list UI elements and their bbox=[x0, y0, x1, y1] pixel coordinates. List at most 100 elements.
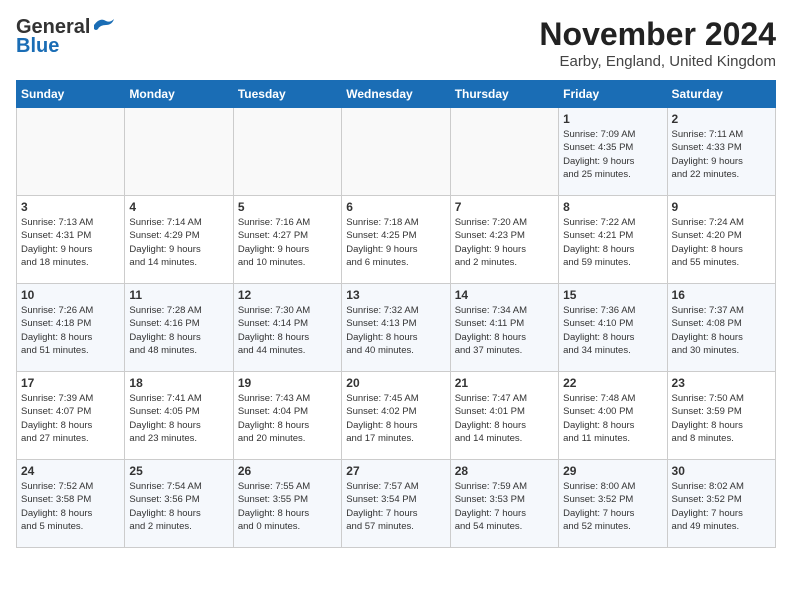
day-number: 12 bbox=[238, 288, 337, 302]
calendar-cell: 14 Sunrise: 7:34 AM Sunset: 4:11 PM Dayli… bbox=[450, 284, 558, 372]
location-text: Earby, England, United Kingdom bbox=[539, 53, 776, 70]
day-info: Sunrise: 7:54 AM Sunset: 3:56 PM Dayligh… bbox=[129, 480, 228, 533]
day-number: 6 bbox=[346, 200, 445, 214]
calendar-cell: 3 Sunrise: 7:13 AM Sunset: 4:31 PM Daylig… bbox=[17, 196, 125, 284]
day-number: 5 bbox=[238, 200, 337, 214]
calendar-cell: 24 Sunrise: 7:52 AM Sunset: 3:58 PM Dayli… bbox=[17, 460, 125, 548]
day-number: 3 bbox=[21, 200, 120, 214]
calendar-cell: 7Sunrise: 7:20 AM Sunset: 4:23 PM Daylig… bbox=[450, 196, 558, 284]
day-number: 11 bbox=[129, 288, 228, 302]
calendar-cell: 11Sunrise: 7:28 AM Sunset: 4:16 PM Dayli… bbox=[125, 284, 233, 372]
day-number: 14 bbox=[455, 288, 554, 302]
day-number: 21 bbox=[455, 376, 554, 390]
calendar-cell bbox=[233, 108, 341, 196]
day-number: 24 bbox=[21, 464, 120, 478]
calendar-cell bbox=[125, 108, 233, 196]
day-number: 23 bbox=[672, 376, 771, 390]
day-number: 18 bbox=[129, 376, 228, 390]
calendar-cell: 27Sunrise: 7:57 AM Sunset: 3:54 PM Dayli… bbox=[342, 460, 450, 548]
calendar-cell: 8 Sunrise: 7:22 AM Sunset: 4:21 PM Daylig… bbox=[559, 196, 667, 284]
day-info: Sunrise: 8:00 AM Sunset: 3:52 PM Dayligh… bbox=[563, 480, 662, 533]
calendar-cell: 12 Sunrise: 7:30 AM Sunset: 4:14 PM Dayli… bbox=[233, 284, 341, 372]
calendar-week-row: 3 Sunrise: 7:13 AM Sunset: 4:31 PM Daylig… bbox=[17, 196, 776, 284]
day-number: 25 bbox=[129, 464, 228, 478]
day-info: Sunrise: 7:26 AM Sunset: 4:18 PM Dayligh… bbox=[21, 304, 120, 357]
day-number: 26 bbox=[238, 464, 337, 478]
calendar-week-row: 17Sunrise: 7:39 AM Sunset: 4:07 PM Dayli… bbox=[17, 372, 776, 460]
day-info: Sunrise: 7:13 AM Sunset: 4:31 PM Dayligh… bbox=[21, 216, 120, 269]
day-number: 8 bbox=[563, 200, 662, 214]
day-info: Sunrise: 7:34 AM Sunset: 4:11 PM Dayligh… bbox=[455, 304, 554, 357]
day-number: 15 bbox=[563, 288, 662, 302]
calendar-week-row: 10Sunrise: 7:26 AM Sunset: 4:18 PM Dayli… bbox=[17, 284, 776, 372]
calendar-cell: 21 Sunrise: 7:47 AM Sunset: 4:01 PM Dayli… bbox=[450, 372, 558, 460]
calendar-cell: 17Sunrise: 7:39 AM Sunset: 4:07 PM Dayli… bbox=[17, 372, 125, 460]
calendar-cell: 16 Sunrise: 7:37 AM Sunset: 4:08 PM Dayli… bbox=[667, 284, 775, 372]
day-info: Sunrise: 7:36 AM Sunset: 4:10 PM Dayligh… bbox=[563, 304, 662, 357]
day-number: 29 bbox=[563, 464, 662, 478]
weekday-header-tuesday: Tuesday bbox=[233, 81, 341, 108]
logo-blue-text: Blue bbox=[16, 35, 59, 58]
day-number: 17 bbox=[21, 376, 120, 390]
day-info: Sunrise: 7:11 AM Sunset: 4:33 PM Dayligh… bbox=[672, 128, 771, 181]
calendar-header: SundayMondayTuesdayWednesdayThursdayFrid… bbox=[17, 81, 776, 108]
calendar-cell: 4 Sunrise: 7:14 AM Sunset: 4:29 PM Daylig… bbox=[125, 196, 233, 284]
calendar-cell: 23Sunrise: 7:50 AM Sunset: 3:59 PM Dayli… bbox=[667, 372, 775, 460]
day-info: Sunrise: 7:16 AM Sunset: 4:27 PM Dayligh… bbox=[238, 216, 337, 269]
calendar-title-area: November 2024 Earby, England, United Kin… bbox=[539, 16, 776, 70]
day-number: 4 bbox=[129, 200, 228, 214]
calendar-cell: 5 Sunrise: 7:16 AM Sunset: 4:27 PM Daylig… bbox=[233, 196, 341, 284]
day-info: Sunrise: 7:45 AM Sunset: 4:02 PM Dayligh… bbox=[346, 392, 445, 445]
calendar-cell: 25 Sunrise: 7:54 AM Sunset: 3:56 PM Dayli… bbox=[125, 460, 233, 548]
day-info: Sunrise: 7:57 AM Sunset: 3:54 PM Dayligh… bbox=[346, 480, 445, 533]
day-info: Sunrise: 7:22 AM Sunset: 4:21 PM Dayligh… bbox=[563, 216, 662, 269]
calendar-week-row: 24 Sunrise: 7:52 AM Sunset: 3:58 PM Dayli… bbox=[17, 460, 776, 548]
calendar-cell: 13Sunrise: 7:32 AM Sunset: 4:13 PM Dayli… bbox=[342, 284, 450, 372]
calendar-cell: 2 Sunrise: 7:11 AM Sunset: 4:33 PM Daylig… bbox=[667, 108, 775, 196]
day-number: 28 bbox=[455, 464, 554, 478]
calendar-cell: 28 Sunrise: 7:59 AM Sunset: 3:53 PM Dayli… bbox=[450, 460, 558, 548]
calendar-week-row: 1 Sunrise: 7:09 AM Sunset: 4:35 PM Daylig… bbox=[17, 108, 776, 196]
calendar-cell: 22 Sunrise: 7:48 AM Sunset: 4:00 PM Dayli… bbox=[559, 372, 667, 460]
day-info: Sunrise: 7:30 AM Sunset: 4:14 PM Dayligh… bbox=[238, 304, 337, 357]
day-info: Sunrise: 7:37 AM Sunset: 4:08 PM Dayligh… bbox=[672, 304, 771, 357]
day-info: Sunrise: 7:41 AM Sunset: 4:05 PM Dayligh… bbox=[129, 392, 228, 445]
day-info: Sunrise: 7:24 AM Sunset: 4:20 PM Dayligh… bbox=[672, 216, 771, 269]
weekday-header-friday: Friday bbox=[559, 81, 667, 108]
day-info: Sunrise: 7:59 AM Sunset: 3:53 PM Dayligh… bbox=[455, 480, 554, 533]
calendar-cell: 19Sunrise: 7:43 AM Sunset: 4:04 PM Dayli… bbox=[233, 372, 341, 460]
day-info: Sunrise: 7:48 AM Sunset: 4:00 PM Dayligh… bbox=[563, 392, 662, 445]
day-number: 30 bbox=[672, 464, 771, 478]
calendar-cell bbox=[450, 108, 558, 196]
day-number: 19 bbox=[238, 376, 337, 390]
weekday-header-wednesday: Wednesday bbox=[342, 81, 450, 108]
day-info: Sunrise: 7:14 AM Sunset: 4:29 PM Dayligh… bbox=[129, 216, 228, 269]
logo-bird-icon bbox=[92, 17, 114, 33]
day-number: 20 bbox=[346, 376, 445, 390]
calendar-body: 1 Sunrise: 7:09 AM Sunset: 4:35 PM Daylig… bbox=[17, 108, 776, 548]
day-number: 16 bbox=[672, 288, 771, 302]
calendar-cell: 26Sunrise: 7:55 AM Sunset: 3:55 PM Dayli… bbox=[233, 460, 341, 548]
calendar-cell: 29 Sunrise: 8:00 AM Sunset: 3:52 PM Dayli… bbox=[559, 460, 667, 548]
day-number: 1 bbox=[563, 112, 662, 126]
day-info: Sunrise: 7:09 AM Sunset: 4:35 PM Dayligh… bbox=[563, 128, 662, 181]
logo: General Blue bbox=[16, 16, 114, 58]
day-info: Sunrise: 8:02 AM Sunset: 3:52 PM Dayligh… bbox=[672, 480, 771, 533]
calendar-cell: 18 Sunrise: 7:41 AM Sunset: 4:05 PM Dayli… bbox=[125, 372, 233, 460]
day-number: 2 bbox=[672, 112, 771, 126]
weekday-header-monday: Monday bbox=[125, 81, 233, 108]
month-title: November 2024 bbox=[539, 16, 776, 53]
weekday-header-thursday: Thursday bbox=[450, 81, 558, 108]
weekday-header-saturday: Saturday bbox=[667, 81, 775, 108]
calendar-cell: 9 Sunrise: 7:24 AM Sunset: 4:20 PM Daylig… bbox=[667, 196, 775, 284]
page-header: General Blue November 2024 Earby, Englan… bbox=[16, 16, 776, 70]
calendar-cell bbox=[342, 108, 450, 196]
day-info: Sunrise: 7:47 AM Sunset: 4:01 PM Dayligh… bbox=[455, 392, 554, 445]
day-number: 7 bbox=[455, 200, 554, 214]
day-number: 22 bbox=[563, 376, 662, 390]
weekday-header-row: SundayMondayTuesdayWednesdayThursdayFrid… bbox=[17, 81, 776, 108]
calendar-cell: 15 Sunrise: 7:36 AM Sunset: 4:10 PM Dayli… bbox=[559, 284, 667, 372]
day-info: Sunrise: 7:52 AM Sunset: 3:58 PM Dayligh… bbox=[21, 480, 120, 533]
calendar-cell: 10Sunrise: 7:26 AM Sunset: 4:18 PM Dayli… bbox=[17, 284, 125, 372]
day-number: 9 bbox=[672, 200, 771, 214]
